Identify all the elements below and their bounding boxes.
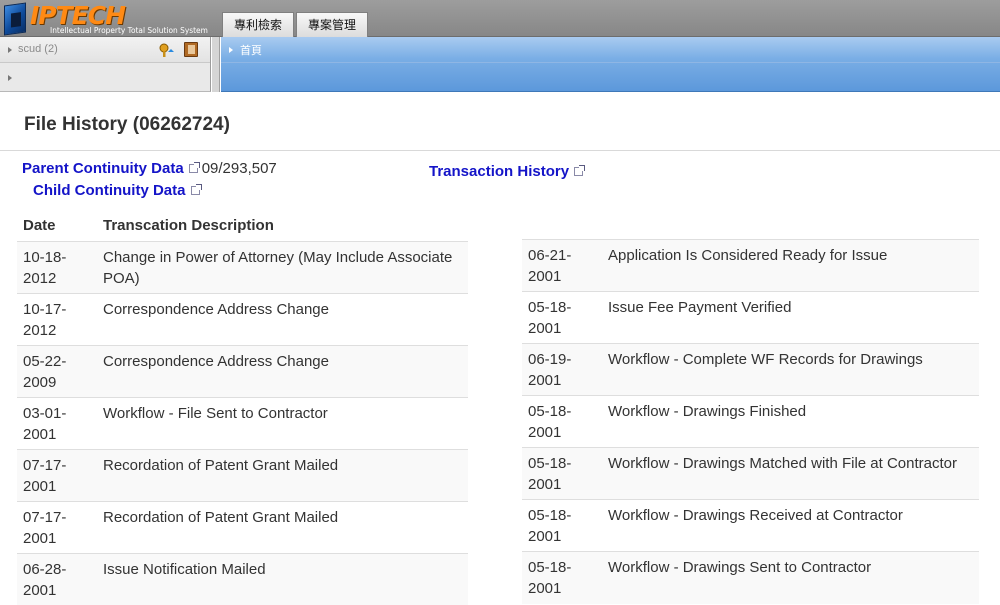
- tab-patent-search[interactable]: 專利檢索: [222, 12, 295, 37]
- row-date: 05-18-2001: [522, 395, 602, 448]
- row-date: 03-01-2001: [17, 396, 97, 449]
- expand-arrow-icon[interactable]: [8, 47, 12, 53]
- row-date: 07-17-2001: [17, 500, 97, 553]
- logo-subtitle: Intellectual Property Total Solution Sys…: [50, 26, 208, 35]
- tab-project-management[interactable]: 專案管理: [296, 12, 369, 37]
- parent-continuity-row: Parent Continuity Data 09/293,507: [22, 160, 277, 178]
- tab-home-row: 首頁: [221, 37, 1000, 63]
- external-link-icon[interactable]: [574, 165, 586, 176]
- key-icon[interactable]: [159, 43, 175, 57]
- tab-home[interactable]: 首頁: [240, 42, 262, 58]
- date-column-header: Date: [23, 217, 56, 235]
- workspace-tab-strip: 首頁: [221, 37, 1000, 92]
- child-continuity-link[interactable]: Child Continuity Data: [33, 182, 186, 199]
- table-row: 05-22-2009 Correspondence Address Change: [17, 344, 468, 397]
- table-row: 10-17-2012 Correspondence Address Change: [17, 292, 468, 345]
- table-row: 05-18-2001 Workflow - Drawings Finished: [522, 395, 979, 448]
- table-row: 05-18-2001 Workflow - Drawings Received a…: [522, 499, 979, 552]
- row-description: Issue Fee Payment Verified: [602, 291, 979, 344]
- row-date: 06-21-2001: [522, 239, 602, 292]
- row-description: Workflow - Drawings Finished: [602, 395, 979, 448]
- row-date: 05-18-2001: [522, 551, 602, 604]
- row-date: 10-18-2012: [17, 240, 97, 293]
- user-label: scud (2): [18, 43, 58, 55]
- table-row: 06-21-2001 Application Is Considered Read…: [522, 239, 979, 292]
- row-date: 05-18-2001: [522, 499, 602, 552]
- table-row: 06-19-2001 Workflow - Complete WF Records…: [522, 343, 979, 396]
- history-table-left: Date Transcation Description 10-18-2012 C…: [17, 211, 468, 605]
- transaction-history-row: Transaction History: [429, 163, 586, 181]
- main-menu-tabs: 專利檢索 專案管理: [222, 12, 370, 37]
- row-date: 10-17-2012: [17, 292, 97, 345]
- row-description: Correspondence Address Change: [97, 292, 468, 345]
- table-row: 07-17-2001 Recordation of Patent Grant Ma…: [17, 448, 468, 501]
- main-content: File History (06262724) Parent Continuit…: [0, 93, 1000, 605]
- row-description: Workflow - Drawings Sent to Contractor: [602, 551, 979, 604]
- row-date: 05-18-2001: [522, 291, 602, 344]
- row-date: 05-18-2001: [522, 447, 602, 500]
- parent-continuity-link[interactable]: Parent Continuity Data: [22, 160, 184, 177]
- top-header: IPTECH Intellectual Property Total Solut…: [0, 0, 1000, 37]
- row-description: Application Is Considered Ready for Issu…: [602, 239, 979, 292]
- table-row: 05-18-2001 Workflow - Drawings Matched wi…: [522, 447, 979, 500]
- external-link-icon[interactable]: [190, 184, 202, 195]
- tab-arrow-icon: [229, 47, 233, 53]
- table-header-row: Date Transcation Description: [17, 211, 468, 241]
- external-link-icon[interactable]: [188, 162, 200, 173]
- table-row: 07-17-2001 Recordation of Patent Grant Ma…: [17, 500, 468, 553]
- table-row: 10-18-2012 Change in Power of Attorney (M…: [17, 240, 468, 293]
- child-continuity-row: Child Continuity Data: [33, 182, 202, 200]
- transaction-history-link[interactable]: Transaction History: [429, 163, 569, 180]
- panel-splitter[interactable]: [212, 37, 220, 92]
- parent-number: 09/293,507: [201, 160, 277, 177]
- row-description: Workflow - Drawings Received at Contract…: [602, 499, 979, 552]
- row-description: Issue Notification Mailed: [97, 552, 468, 605]
- table-row: 03-01-2001 Workflow - File Sent to Contra…: [17, 396, 468, 449]
- user-panel: scud (2): [0, 37, 211, 92]
- row-description: Workflow - Complete WF Records for Drawi…: [602, 343, 979, 396]
- row-description: Workflow - Drawings Matched with File at…: [602, 447, 979, 500]
- table-row: 05-18-2001 Issue Fee Payment Verified: [522, 291, 979, 344]
- row-description: Recordation of Patent Grant Mailed: [97, 500, 468, 553]
- logo-cube-icon: [4, 2, 26, 36]
- title-divider: [0, 150, 1000, 151]
- page-title: File History (06262724): [24, 114, 230, 135]
- description-column-header: Transcation Description: [103, 217, 274, 235]
- table-row: 06-28-2001 Issue Notification Mailed: [17, 552, 468, 605]
- row-description: Correspondence Address Change: [97, 344, 468, 397]
- history-table-right: 06-21-2001 Application Is Considered Read…: [522, 239, 979, 604]
- logout-icon[interactable]: [184, 42, 198, 57]
- user-row: scud (2): [0, 37, 210, 63]
- row-date: 05-22-2009: [17, 344, 97, 397]
- logo: IPTECH Intellectual Property Total Solut…: [0, 0, 210, 37]
- row-date: 07-17-2001: [17, 448, 97, 501]
- row-date: 06-19-2001: [522, 343, 602, 396]
- row-description: Recordation of Patent Grant Mailed: [97, 448, 468, 501]
- expand-arrow-icon[interactable]: [8, 75, 12, 81]
- row-description: Change in Power of Attorney (May Include…: [97, 240, 468, 293]
- row-date: 06-28-2001: [17, 552, 97, 605]
- row-description: Workflow - File Sent to Contractor: [97, 396, 468, 449]
- table-row: 05-18-2001 Workflow - Drawings Sent to Co…: [522, 551, 979, 604]
